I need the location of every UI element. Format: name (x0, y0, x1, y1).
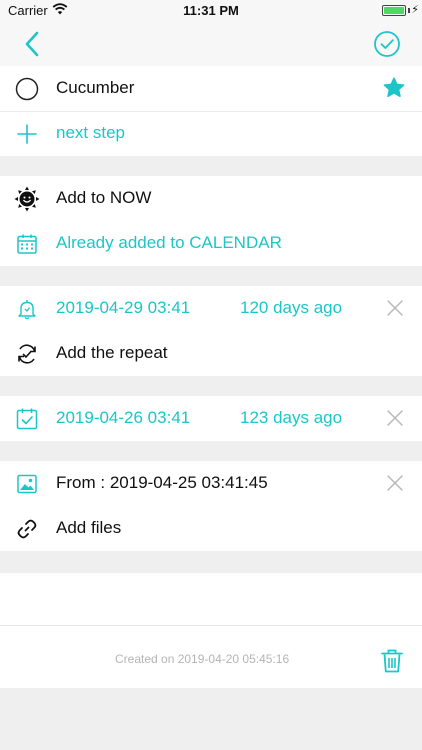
from-row[interactable]: From : 2019-04-25 03:41:45 (0, 461, 422, 506)
link-icon (14, 516, 40, 542)
complete-circle-icon[interactable] (14, 76, 40, 102)
task-group: Cucumber next step (0, 66, 422, 156)
clear-due-icon[interactable] (384, 407, 406, 429)
calendar-row[interactable]: Already added to CALENDAR (0, 221, 422, 266)
add-files-row[interactable]: Add files (0, 506, 422, 551)
due-date: 2019-04-26 03:41 (56, 408, 191, 427)
task-title-row[interactable]: Cucumber (0, 66, 422, 111)
next-step-label: next step (56, 123, 125, 142)
due-relative: 123 days ago (240, 408, 343, 427)
reminder-date: 2019-04-29 03:41 (56, 298, 191, 317)
attachments-group: From : 2019-04-25 03:41:45 Add files (0, 461, 422, 551)
trash-icon[interactable] (380, 648, 404, 674)
star-icon[interactable] (382, 76, 406, 100)
nav-bar (0, 22, 422, 66)
calendar-check-icon (14, 406, 40, 432)
check-circle-icon[interactable] (372, 29, 402, 59)
repeat-row[interactable]: Add the repeat (0, 331, 422, 376)
created-timestamp: Created on 2019-04-20 05:45:16 (115, 652, 290, 666)
calendar-icon (14, 231, 40, 257)
sun-face-icon (14, 186, 40, 212)
clear-reminder-icon[interactable] (384, 297, 406, 319)
image-icon (14, 471, 40, 497)
add-to-now-label: Add to NOW (56, 188, 152, 207)
calendar-label: Already added to CALENDAR (56, 233, 282, 252)
battery-cap (408, 8, 410, 13)
next-step-row[interactable]: next step (0, 111, 422, 156)
charging-icon: ⚡ (411, 4, 419, 16)
from-label: From : 2019-04-25 03:41:45 (56, 473, 268, 492)
back-chevron-icon[interactable] (20, 30, 44, 58)
plus-icon (14, 121, 40, 147)
due-date-row[interactable]: 2019-04-26 03:41 123 days ago (0, 396, 422, 441)
repeat-label: Add the repeat (56, 343, 168, 362)
add-files-label: Add files (56, 518, 122, 537)
due-group: 2019-04-26 03:41 123 days ago (0, 396, 422, 441)
notes-area[interactable] (0, 573, 422, 625)
reminder-relative: 120 days ago (240, 298, 343, 317)
clock: 11:31 PM (183, 3, 239, 18)
repeat-icon (14, 341, 40, 367)
task-title[interactable]: Cucumber (56, 78, 134, 98)
add-to-now-row[interactable]: Add to NOW (0, 176, 422, 221)
reminder-row[interactable]: 2019-04-29 03:41 120 days ago (0, 286, 422, 331)
bell-icon (14, 296, 40, 322)
schedule-group: Add to NOW Already added to CALENDAR (0, 176, 422, 266)
reminder-group: 2019-04-29 03:41 120 days ago Add the re… (0, 286, 422, 376)
clear-from-icon[interactable] (384, 472, 406, 494)
status-bar: Carrier 11:31 PM ⚡ (0, 0, 422, 22)
battery-icon (382, 5, 406, 16)
footer: Created on 2019-04-20 05:45:16 (0, 625, 422, 688)
